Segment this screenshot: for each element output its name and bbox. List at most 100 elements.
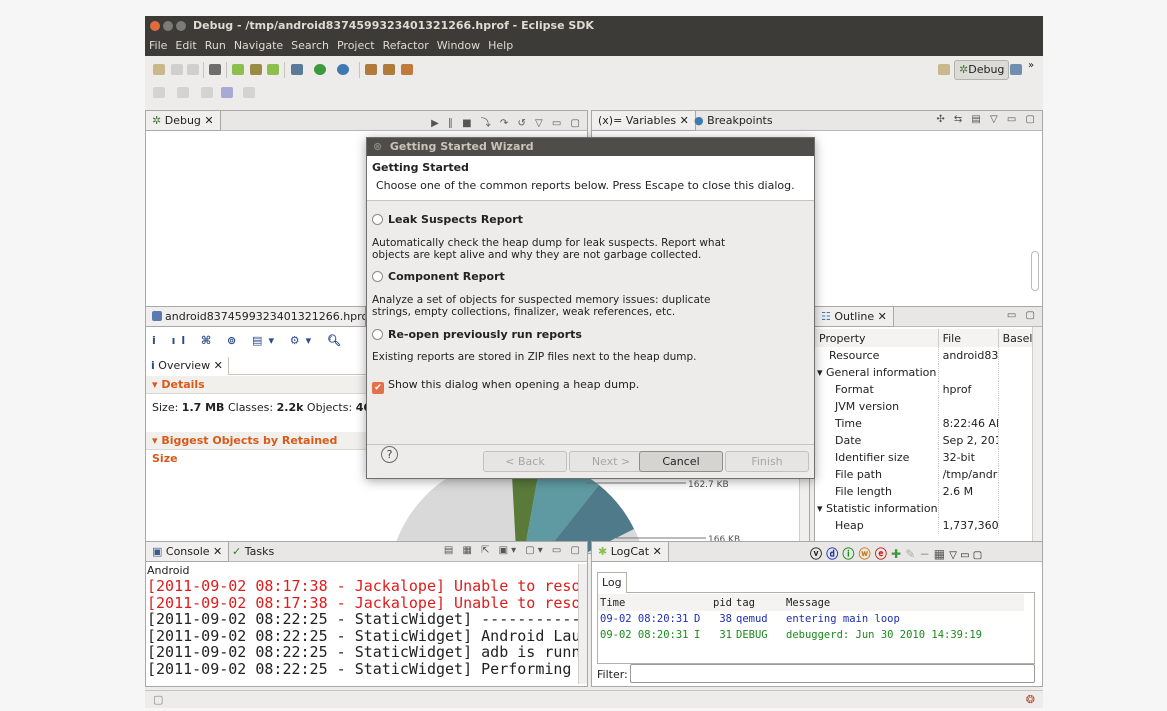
tab-debug[interactable]: ✲ Debug ✕ bbox=[146, 111, 221, 131]
logcat-filter-input[interactable] bbox=[630, 664, 1035, 683]
column-header-baseline[interactable]: Baseli bbox=[998, 329, 1036, 347]
close-window-icon[interactable] bbox=[150, 21, 160, 31]
log-header-message[interactable]: Message bbox=[786, 594, 1024, 611]
menu-search[interactable]: Search bbox=[287, 36, 333, 56]
run-icon[interactable] bbox=[314, 64, 326, 75]
sdk-manager-icon[interactable] bbox=[209, 64, 221, 75]
help-icon[interactable]: ? bbox=[381, 446, 398, 463]
details-header[interactable]: ▾ Details bbox=[146, 376, 366, 394]
log-row[interactable]: 09-02 08:20:31 D 38 qemud entering main loop bbox=[598, 611, 1024, 627]
expand-toggle-icon[interactable]: ▾ bbox=[817, 366, 826, 379]
outline-row[interactable]: File length 2.6 M bbox=[815, 483, 1035, 500]
tab-log[interactable]: Log bbox=[597, 572, 627, 593]
menu-help[interactable]: Help bbox=[484, 36, 517, 56]
console-toolbar[interactable]: ▤ ▦ ⇱ ▣▾ ▢▾ ▭ ▢ bbox=[444, 545, 583, 556]
tab-console[interactable]: ▣ Console ✕ bbox=[146, 542, 230, 562]
show-dialog-checkbox[interactable]: ✔ bbox=[372, 382, 384, 394]
outline-scrollbar[interactable] bbox=[1032, 327, 1042, 553]
print-icon[interactable] bbox=[187, 64, 199, 75]
log-header-level[interactable] bbox=[694, 594, 706, 611]
tab-outline[interactable]: ☷ Outline ✕ bbox=[815, 307, 894, 327]
debug-filter-button[interactable]: ⓓ bbox=[826, 547, 838, 561]
back-button[interactable]: < Back bbox=[483, 451, 567, 472]
android-icon[interactable] bbox=[232, 64, 244, 75]
ddms-perspective-icon[interactable] bbox=[1010, 64, 1022, 75]
warn-filter-button[interactable]: ⓦ bbox=[859, 547, 871, 561]
reopen-reports-option[interactable]: Re-open previously run reports bbox=[372, 328, 582, 341]
expand-toggle-icon[interactable]: ▾ bbox=[817, 502, 826, 515]
tab-variables[interactable]: (x)= Variables ✕ bbox=[592, 111, 696, 131]
error-filter-button[interactable]: ⓔ bbox=[875, 547, 887, 561]
logcat-view-controls[interactable]: ▽ ▭ ▢ bbox=[949, 550, 982, 561]
last-edit-icon[interactable] bbox=[201, 87, 213, 98]
variables-view-toolbar[interactable]: ✣ ⇆ ▤ ▽ ▭ ▢ bbox=[936, 114, 1038, 125]
debug-perspective-button[interactable]: ✲Debug bbox=[954, 60, 1010, 80]
annotation-icon[interactable] bbox=[153, 87, 165, 98]
external-tools-icon[interactable] bbox=[337, 64, 349, 75]
minimize-window-icon[interactable] bbox=[163, 21, 173, 31]
cancel-button[interactable]: Cancel bbox=[639, 451, 723, 472]
console-scrollbar[interactable] bbox=[578, 564, 587, 684]
outline-row[interactable]: Time 8:22:46 AM bbox=[815, 415, 1035, 432]
outline-row[interactable]: ▾ Statistic information bbox=[815, 500, 1035, 517]
tab-logcat[interactable]: ✱ LogCat ✕ bbox=[592, 542, 669, 562]
save-log-icon[interactable]: ▦ bbox=[934, 547, 945, 561]
new-icon[interactable] bbox=[153, 64, 165, 75]
tab-tasks[interactable]: ✓ Tasks bbox=[226, 542, 280, 562]
forward-icon[interactable] bbox=[243, 87, 255, 98]
new-xml-icon[interactable] bbox=[267, 64, 279, 75]
biggest-objects-header[interactable]: ▾ Biggest Objects by Retained Size bbox=[146, 432, 366, 465]
next-annotation-icon[interactable] bbox=[177, 87, 189, 98]
variables-scrollbar[interactable] bbox=[1031, 251, 1039, 291]
debug-view-toolbar[interactable]: ▶ ∥ ■ ⤵ ↷ ↺ ▽ ▭ ▢ bbox=[431, 114, 583, 129]
show-dialog-checkbox-row[interactable]: ✔ Show this dialog when opening a heap du… bbox=[372, 378, 639, 394]
outline-view-controls[interactable]: ▭ ▢ bbox=[1007, 310, 1038, 321]
remove-filter-icon[interactable]: − bbox=[920, 547, 930, 561]
tab-hprof[interactable]: android8374599323401321266.hprof ✕ bbox=[146, 307, 366, 327]
heap-toolbar[interactable]: i ıl ⌘ ⊚ ▤▾ ⚙▾ 🔍︎ bbox=[152, 334, 347, 347]
open-perspective-icon[interactable] bbox=[938, 64, 950, 75]
outline-row[interactable]: Identifier size 32-bit bbox=[815, 449, 1035, 466]
verbose-filter-button[interactable]: ⓥ bbox=[810, 547, 822, 561]
component-report-option[interactable]: Component Report bbox=[372, 270, 505, 283]
more-perspectives-icon[interactable]: » bbox=[1028, 60, 1034, 71]
log-header-tag[interactable]: tag bbox=[736, 594, 786, 611]
debug-icon[interactable] bbox=[291, 64, 303, 75]
menu-project[interactable]: Project bbox=[333, 36, 379, 56]
column-header-property[interactable]: Property bbox=[815, 329, 939, 347]
outline-row[interactable]: Heap 1,737,360 bbox=[815, 517, 1035, 534]
log-header-time[interactable]: Time bbox=[598, 594, 694, 611]
finish-button[interactable]: Finish bbox=[725, 451, 809, 472]
edit-filter-icon[interactable]: ✎ bbox=[905, 547, 915, 561]
search-tool-icon[interactable] bbox=[401, 64, 413, 75]
leak-suspects-radio[interactable] bbox=[372, 214, 383, 225]
menu-run[interactable]: Run bbox=[201, 36, 230, 56]
component-report-radio[interactable] bbox=[372, 271, 383, 282]
tab-breakpoints[interactable]: ● Breakpoints bbox=[688, 111, 779, 131]
leak-suspects-option[interactable]: Leak Suspects Report bbox=[372, 213, 523, 226]
menu-file[interactable]: File bbox=[145, 36, 171, 56]
log-header-pid[interactable]: pid bbox=[706, 594, 736, 611]
open-task-icon[interactable] bbox=[383, 64, 395, 75]
outline-row[interactable]: ▾ General information bbox=[815, 364, 1035, 381]
tab-overview[interactable]: i Overview ✕ bbox=[146, 357, 229, 375]
dialog-close-icon[interactable]: ⊗ bbox=[373, 140, 382, 153]
fast-view-icon[interactable]: ▢ bbox=[153, 693, 163, 706]
log-row[interactable]: 09-02 08:20:31 I 31 DEBUG debuggerd: Jun 30 … bbox=[598, 627, 1024, 643]
info-filter-button[interactable]: ⓘ bbox=[842, 547, 854, 561]
menu-window[interactable]: Window bbox=[433, 36, 484, 56]
menu-edit[interactable]: Edit bbox=[171, 36, 200, 56]
save-icon[interactable] bbox=[171, 64, 183, 75]
menu-refactor[interactable]: Refactor bbox=[379, 36, 433, 56]
add-filter-icon[interactable]: ✚ bbox=[891, 547, 901, 561]
outline-row[interactable]: JVM version bbox=[815, 398, 1035, 415]
outline-row[interactable]: File path/tmp/andr bbox=[815, 466, 1035, 483]
outline-row[interactable]: Format hprof bbox=[815, 381, 1035, 398]
reopen-reports-radio[interactable] bbox=[372, 329, 383, 340]
open-type-icon[interactable] bbox=[365, 64, 377, 75]
maximize-window-icon[interactable] bbox=[176, 21, 186, 31]
new-class-icon[interactable] bbox=[250, 64, 262, 75]
column-header-file[interactable]: File bbox=[938, 329, 999, 347]
outline-row[interactable]: Resource android83 bbox=[815, 347, 1035, 364]
menu-navigate[interactable]: Navigate bbox=[230, 36, 287, 56]
